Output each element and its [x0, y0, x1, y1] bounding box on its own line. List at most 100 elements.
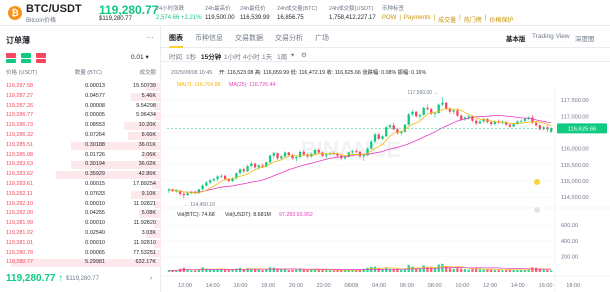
- row-total: 9.10K: [141, 190, 156, 197]
- order-book-row[interactable]: 119,286.73 0.08553 10.20K: [0, 121, 161, 131]
- order-book-row[interactable]: 119,280.78 0.00065 77.53251: [0, 249, 161, 259]
- candle-body: [201, 185, 204, 190]
- row-qty: 0.00013: [85, 83, 105, 89]
- candle-body: [490, 122, 493, 125]
- x-tick-label: 16:00: [539, 283, 553, 289]
- candle-body: [456, 110, 459, 116]
- y-tick-label: 115,500.00: [561, 163, 589, 169]
- order-book-row[interactable]: 119,286.77 0.00005 5.96434: [0, 111, 161, 121]
- order-book-row[interactable]: 119,282.10 0.00010 11.92821: [0, 200, 161, 210]
- tab-trade-analysis[interactable]: 交易分析: [275, 33, 303, 43]
- tab-square[interactable]: 广场: [315, 33, 329, 43]
- volume-bar: [501, 270, 504, 272]
- tf-1h[interactable]: 1小时: [224, 51, 241, 61]
- order-book-row[interactable]: 119,285.51 0.30188 36.01K: [0, 141, 161, 151]
- row-price: 119,287.26: [6, 102, 34, 109]
- candle-body: [325, 154, 328, 156]
- vol-tick-label: 600.00: [561, 223, 578, 229]
- row-price: 119,285.08: [6, 151, 34, 158]
- stat-low: 24h最低价 116,539.99: [240, 4, 270, 21]
- btc-coin-icon: ₿: [8, 6, 22, 20]
- order-book-row[interactable]: 119,280.77 5.29981 632.17K: [0, 258, 161, 268]
- vol-tick-label: 200.00: [561, 254, 578, 260]
- order-book-row[interactable]: 119,281.99 0.00010 11.92820: [0, 219, 161, 229]
- tf-time[interactable]: 时间: [169, 51, 182, 61]
- view-depth[interactable]: 深度图: [575, 33, 595, 43]
- order-book-row[interactable]: 119,283.63 0.30194 36.02K: [0, 160, 161, 170]
- volume-bar: [220, 269, 223, 272]
- candle-body: [415, 111, 418, 117]
- candle-body: [250, 163, 253, 167]
- row-qty: 0.04255: [85, 210, 105, 217]
- book-bids-icon[interactable]: [21, 53, 31, 63]
- row-qty: 0.00065: [85, 249, 105, 256]
- candlestick-chart[interactable]: BINANCE 116,625.66117,590.00 →← 114,450.…: [161, 62, 610, 292]
- order-book-row[interactable]: 119,287.58 0.00013 15.50739: [0, 82, 161, 92]
- volume-bar: [302, 269, 305, 272]
- book-asks-icon[interactable]: [36, 53, 46, 63]
- tf-4h[interactable]: 4小时: [243, 51, 260, 61]
- more-icon[interactable]: ···: [146, 33, 154, 42]
- view-basic[interactable]: 基本版: [506, 33, 526, 43]
- tag-pow[interactable]: POW: [382, 15, 396, 24]
- volume-bar: [280, 269, 283, 272]
- order-book-row[interactable]: 119,283.62 0.35929 42.86K: [0, 170, 161, 180]
- tag-payments[interactable]: Payments: [404, 15, 431, 24]
- volume-bar: [486, 269, 489, 272]
- volume-bar: [321, 269, 324, 272]
- tab-chart[interactable]: 图表: [169, 33, 183, 43]
- candle-body: [426, 107, 429, 110]
- order-book-row[interactable]: 119,286.32 0.07264 8.66K: [0, 131, 161, 141]
- tf-1s[interactable]: 1秒: [186, 51, 196, 61]
- y-tick-label: 114,500.00: [561, 195, 589, 201]
- volume-bar: [253, 269, 257, 272]
- tf-15m[interactable]: 15分钟: [201, 51, 221, 61]
- candle-body: [283, 152, 287, 157]
- tab-coin-info[interactable]: 币种信息: [195, 33, 223, 43]
- candle-body: [433, 113, 437, 114]
- chevron-right-icon[interactable]: ›: [150, 275, 152, 282]
- order-book-row[interactable]: 119,282.11 0.07633 9.10K: [0, 190, 161, 200]
- tab-trade-data[interactable]: 交易数据: [235, 33, 263, 43]
- order-book-row[interactable]: 119,287.26 0.00008 9.54298: [0, 102, 161, 112]
- current-price-label: 116,625.66: [568, 127, 597, 133]
- x-tick-label: 14:00: [511, 283, 525, 289]
- candle-body: [441, 102, 444, 105]
- precision-select[interactable]: 0.01 ▾: [131, 53, 149, 61]
- order-book-last: 119,280.77 ↑ $119,280.77 ›: [0, 269, 161, 292]
- row-qty: 0.00010: [85, 220, 105, 227]
- tag-volume[interactable]: 成交量: [438, 15, 456, 24]
- volume-bar: [448, 267, 452, 272]
- volume-bar: [310, 269, 313, 272]
- candle-body: [246, 166, 249, 172]
- order-book-row[interactable]: 119,282.00 0.04255 5.08K: [0, 209, 161, 219]
- order-book-row[interactable]: 119,283.61 0.00015 17.89254: [0, 180, 161, 190]
- row-total: 5.46K: [141, 92, 156, 99]
- coin-tags: 币种标签 POW | Payments | 成交量 | 热门榜 | 价格保护: [382, 6, 514, 24]
- order-book-row[interactable]: 119,285.08 0.01726 2.06K: [0, 151, 161, 161]
- order-book-row[interactable]: 119,281.02 0.02540 3.03K: [0, 229, 161, 239]
- row-total: 36.02K: [138, 161, 156, 168]
- row-price: 119,286.77: [6, 112, 34, 119]
- volume-bar: [295, 269, 298, 272]
- tf-1d[interactable]: 1天: [262, 51, 272, 61]
- tag-hot[interactable]: 热门榜: [464, 15, 482, 24]
- chevron-down-icon[interactable]: ▾: [291, 51, 294, 59]
- gear-icon[interactable]: ⚙: [301, 51, 307, 59]
- pair-title[interactable]: BTC/USDT: [26, 3, 82, 15]
- volume-bar: [460, 268, 463, 272]
- stat-volume-btc: 24h成交量(BTC) 16,856.75: [277, 4, 317, 21]
- book-both-icon[interactable]: [6, 53, 16, 63]
- row-total: 3.03K: [141, 230, 156, 236]
- row-total: 5.96434: [136, 112, 156, 119]
- volume-bar: [227, 270, 230, 272]
- tf-1w[interactable]: 1周: [277, 51, 287, 61]
- pair-subtitle[interactable]: Bitcoin价格: [26, 15, 56, 24]
- volume-bar: [433, 268, 437, 272]
- view-tradingview[interactable]: Trading View: [532, 33, 570, 40]
- order-book-row[interactable]: 119,287.27 0.04577 5.46K: [0, 92, 161, 102]
- order-book-row[interactable]: 119,281.01 0.00010 11.92810: [0, 239, 161, 249]
- candle-body: [212, 179, 216, 181]
- tag-price-protect[interactable]: 价格保护: [489, 15, 513, 24]
- volume-bar: [325, 270, 328, 272]
